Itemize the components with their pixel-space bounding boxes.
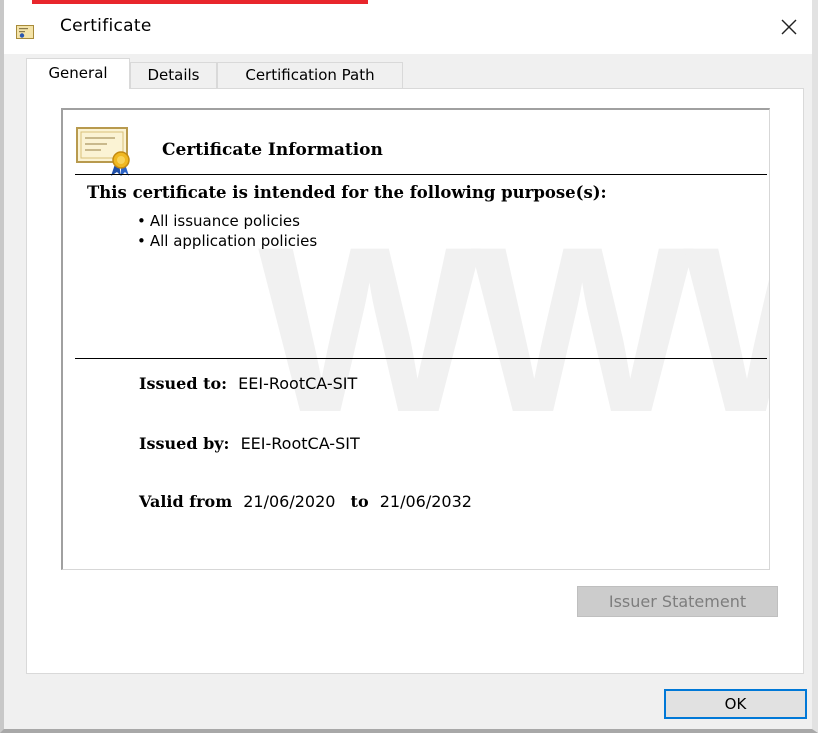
issued-to-label: Issued to: — [139, 374, 228, 393]
ok-button[interactable]: OK — [664, 689, 807, 719]
purpose-heading: This certificate is intended for the fol… — [87, 183, 607, 202]
validity-row: Valid from 21/06/2020 to 21/06/2032 — [139, 492, 472, 511]
info-title: Certificate Information — [162, 140, 383, 160]
watermark: WWW — [258, 198, 769, 462]
certificate-dialog: Certificate General Details Certificatio… — [0, 0, 818, 733]
accent-strip — [32, 0, 368, 4]
valid-from-label: Valid from — [139, 492, 233, 511]
tab-certification-path[interactable]: Certification Path — [217, 62, 403, 88]
issued-by-value: EEI-RootCA-SIT — [240, 434, 360, 453]
close-button[interactable] — [772, 10, 806, 44]
valid-to-label: to — [350, 492, 369, 511]
tab-general[interactable]: General — [26, 58, 130, 89]
tab-details[interactable]: Details — [130, 62, 217, 88]
valid-to-value: 21/06/2032 — [379, 492, 472, 511]
certificate-info-box: WWW Certificate Information This certifi… — [61, 108, 770, 570]
list-item: All application policies — [137, 231, 317, 251]
divider-top — [75, 174, 767, 175]
window-title: Certificate — [60, 16, 152, 36]
valid-from-value: 21/06/2020 — [243, 492, 336, 511]
issued-by-row: Issued by: EEI-RootCA-SIT — [139, 434, 360, 453]
issued-to-row: Issued to: EEI-RootCA-SIT — [139, 374, 357, 393]
divider-bottom — [75, 358, 767, 359]
certificate-icon — [16, 24, 34, 39]
list-item: All issuance policies — [137, 211, 317, 231]
certificate-icon — [75, 124, 141, 178]
issuer-statement-button[interactable]: Issuer Statement — [577, 586, 778, 617]
issued-by-label: Issued by: — [139, 434, 230, 453]
purpose-list: All issuance policies All application po… — [137, 211, 317, 251]
general-tab-panel: WWW Certificate Information This certifi… — [26, 88, 804, 674]
title-bar: Certificate — [4, 0, 812, 54]
issued-to-value: EEI-RootCA-SIT — [238, 374, 358, 393]
close-icon — [781, 19, 797, 35]
